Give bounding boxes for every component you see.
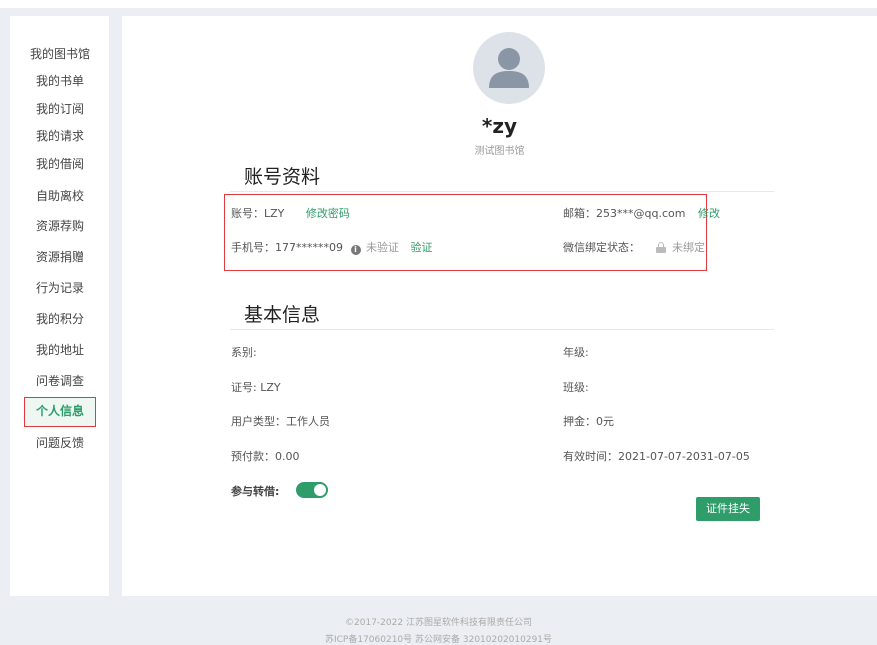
wechat-row: 微信绑定状态： 未绑定 bbox=[563, 239, 705, 255]
account-row: 账号：LZY 修改密码 bbox=[231, 205, 350, 221]
sidebar: 我的图书馆 我的书单 我的订阅 我的请求 我的借阅 自助离校 资源荐购 资源捐赠… bbox=[10, 16, 109, 596]
user-type-field: 用户类型：工作人员 bbox=[231, 415, 330, 428]
sidebar-item-behavior[interactable]: 行为记录 bbox=[24, 274, 96, 302]
divider bbox=[230, 329, 774, 330]
nickname: *zy bbox=[481, 114, 518, 138]
library-name: 测试图书馆 bbox=[474, 146, 525, 157]
verify-phone-link[interactable]: 验证 bbox=[411, 241, 433, 254]
top-strip bbox=[0, 0, 877, 8]
lend-label: 参与转借: bbox=[231, 485, 280, 498]
sidebar-item-borrowing[interactable]: 我的借阅 bbox=[24, 150, 96, 178]
report-loss-button[interactable]: 证件挂失 bbox=[696, 497, 760, 521]
sidebar-item-subscriptions[interactable]: 我的订阅 bbox=[24, 95, 96, 123]
footer-copyright: ©2017-2022 江苏图星软件科技有限责任公司 bbox=[345, 618, 532, 628]
sidebar-item-self-leave[interactable]: 自助离校 bbox=[24, 182, 96, 210]
change-password-link[interactable]: 修改密码 bbox=[306, 207, 350, 220]
info-icon: i bbox=[350, 245, 361, 255]
phone-status: 未验证 bbox=[366, 241, 399, 254]
section-title-basic: 基本信息 bbox=[244, 304, 321, 326]
phone-row: 手机号：177******09 i 未验证 验证 bbox=[231, 239, 433, 255]
sidebar-item-address[interactable]: 我的地址 bbox=[24, 336, 96, 364]
lock-icon bbox=[655, 242, 666, 253]
card-number-field: 证号: LZY bbox=[231, 381, 281, 394]
sidebar-item-personal-info[interactable]: 个人信息 bbox=[24, 397, 96, 427]
divider bbox=[230, 191, 774, 192]
sidebar-item-points[interactable]: 我的积分 bbox=[24, 305, 96, 333]
deposit-field: 押金：0元 bbox=[563, 415, 614, 428]
dept-field: 系别: bbox=[231, 346, 257, 359]
main-panel: *zy 测试图书馆 账号资料 账号：LZY 修改密码 邮箱：253***@qq.… bbox=[122, 16, 877, 596]
sidebar-item-survey[interactable]: 问卷调查 bbox=[24, 367, 96, 395]
sidebar-item-feedback[interactable]: 问题反馈 bbox=[24, 429, 96, 457]
sidebar-item-my-library[interactable]: 我的图书馆 bbox=[24, 40, 96, 68]
section-title-account: 账号资料 bbox=[244, 166, 321, 188]
sidebar-item-recommend[interactable]: 资源荐购 bbox=[24, 212, 96, 240]
grade-field: 年级: bbox=[563, 346, 589, 359]
class-field: 班级: bbox=[563, 381, 589, 394]
phone-value: 手机号：177******09 bbox=[231, 241, 343, 254]
edit-email-link[interactable]: 修改 bbox=[698, 207, 720, 220]
wechat-label: 微信绑定状态： bbox=[563, 241, 640, 254]
avatar[interactable] bbox=[473, 32, 545, 104]
email-value: 邮箱：253***@qq.com bbox=[563, 207, 686, 220]
wechat-status: 未绑定 bbox=[672, 241, 705, 254]
user-silhouette-icon bbox=[489, 48, 529, 88]
lend-toggle[interactable] bbox=[296, 482, 328, 498]
email-row: 邮箱：253***@qq.com 修改 bbox=[563, 205, 720, 221]
valid-time-field: 有效时间：2021-07-07-2031-07-05 bbox=[563, 450, 750, 463]
footer-icp[interactable]: 苏ICP备17060210号 苏公网安备 32010202010291号 bbox=[0, 632, 877, 645]
toggle-knob bbox=[314, 484, 326, 496]
sidebar-item-booklist[interactable]: 我的书单 bbox=[24, 67, 96, 95]
sidebar-item-requests[interactable]: 我的请求 bbox=[24, 122, 96, 150]
account-value: 账号：LZY bbox=[231, 207, 285, 220]
sidebar-item-donate[interactable]: 资源捐赠 bbox=[24, 243, 96, 271]
prepaid-field: 预付款：0.00 bbox=[231, 450, 300, 463]
